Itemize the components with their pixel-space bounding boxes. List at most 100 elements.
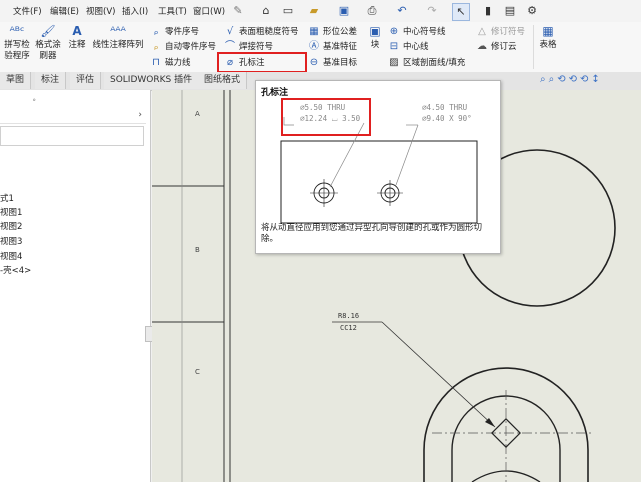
spell-check-button[interactable]: ᴬᴮᶜ 拼写检 验程序 xyxy=(2,24,32,62)
redo-icon[interactable]: ↷ xyxy=(424,3,440,19)
tree-item-style[interactable]: 式1 xyxy=(0,192,14,204)
revision-symbol-icon: △ xyxy=(478,26,486,37)
menu-tools[interactable]: 工具(T) xyxy=(158,5,187,17)
new-document-icon[interactable]: ▭ xyxy=(280,3,296,19)
callout-highlight xyxy=(281,98,371,136)
surface-finish-icon: √ xyxy=(226,26,234,37)
area-hatch-button[interactable]: ▨ 区域剖面线/填充 xyxy=(388,56,465,69)
datum-target-button[interactable]: ⊖ 基准目标 xyxy=(308,56,357,69)
menu-edit[interactable]: 编辑(E) xyxy=(50,5,79,17)
balloon-label: 零件序号 xyxy=(165,27,200,37)
spell-check-label-1: 拼写检 xyxy=(4,40,30,50)
tree-item-view4[interactable]: 视图4 xyxy=(0,250,22,262)
zone-label-b: B xyxy=(195,246,200,254)
area-hatch-icon: ▨ xyxy=(389,57,399,68)
block-button[interactable]: ▣ 块 xyxy=(366,24,384,51)
revision-cloud-icon: ☁ xyxy=(477,41,487,52)
revision-symbol-button[interactable]: △ 修订符号 xyxy=(476,25,525,38)
gtol-icon: ▦ xyxy=(309,26,319,37)
format-painter-button[interactable]: 🖌 格式涂 刷器 xyxy=(33,24,63,62)
centerline-button[interactable]: ⊟ 中心线 xyxy=(388,40,429,53)
tab-sheet-format[interactable]: 图纸格式 xyxy=(198,72,248,89)
magnetic-line-button[interactable]: ⊓ 磁力线 xyxy=(150,56,190,69)
menu-view[interactable]: 视图(V) xyxy=(86,5,115,17)
tab-sketch[interactable]: 草图 xyxy=(0,72,32,89)
surface-finish-label: 表面粗糙度符号 xyxy=(239,27,299,37)
home-icon[interactable]: ⌂ xyxy=(258,3,274,19)
feature-manager-panel: ∘ › 式1 视图1 视图2 视图3 视图4 -壳<4> xyxy=(0,90,153,482)
center-mark-label: 中心符号线 xyxy=(403,27,446,37)
linear-note-pattern-icon: ᴬᴬᴬ xyxy=(110,24,126,38)
zone-label-a: A xyxy=(195,110,200,118)
tooltip-description: 将从动直径应用到您通过异型孔向导创建的孔或作为圆形切除。 xyxy=(261,223,483,244)
select-cursor-icon[interactable]: ↖ xyxy=(452,3,470,21)
hole-callout-tooltip: 孔标注 ⌀5.50 THRU ⌀12.24 ⌴ 3.50 ⌀4.50 THRU … xyxy=(255,80,501,254)
revision-cloud-button[interactable]: ☁ 修订云 xyxy=(476,40,517,53)
chevron-right-icon[interactable]: › xyxy=(138,110,142,120)
hole-callout-highlight xyxy=(217,52,307,73)
menu-file[interactable]: 文件(F) xyxy=(13,5,42,17)
pin-icon[interactable]: ✎ xyxy=(230,3,246,19)
format-painter-label-2: 刷器 xyxy=(39,51,57,61)
traffic-light-icon[interactable]: ▮ xyxy=(480,3,496,19)
menu-insert[interactable]: 插入(I) xyxy=(122,5,148,17)
ribbon-toolbar: ᴬᴮᶜ 拼写检 验程序 🖌 格式涂 刷器 A 注释 ᴬᴬᴬ 线性注释阵列 ᵨ 零件… xyxy=(0,22,641,73)
drawing-note-line2[interactable]: CC12 xyxy=(340,324,357,332)
revision-cloud-label: 修订云 xyxy=(491,42,517,52)
print-icon[interactable]: ⎙ xyxy=(364,3,380,19)
zone-label-c: C xyxy=(195,368,200,376)
auto-balloon-label: 自动零件序号 xyxy=(165,42,217,52)
gtol-button[interactable]: ▦ 形位公差 xyxy=(308,25,357,38)
gtol-label: 形位公差 xyxy=(323,27,358,37)
auto-balloon-button[interactable]: ᵨ 自动零件序号 xyxy=(150,40,216,53)
filter-input[interactable] xyxy=(0,126,144,146)
linear-note-pattern-button[interactable]: ᴬᴬᴬ 线性注释阵列 xyxy=(90,24,146,51)
save-icon[interactable]: ▣ xyxy=(336,3,352,19)
view-toolbar-icons[interactable]: ⌕⌕⟲⟲⟲↕ xyxy=(540,74,603,85)
callout-b-line1: ⌀4.50 THRU xyxy=(422,103,468,112)
menu-bar: 文件(F) 编辑(E) 视图(V) 插入(I) 工具(T) 窗口(W) ✎ ⌂ … xyxy=(0,0,641,23)
balloon-icon: ᵨ xyxy=(153,26,159,37)
menu-window[interactable]: 窗口(W) xyxy=(193,5,225,17)
tab-evaluate[interactable]: 评估 xyxy=(70,72,102,89)
callout-b-line2: ⌀9.40 X 90° xyxy=(422,114,472,123)
drawing-note-line1[interactable]: R8.16 xyxy=(338,312,359,320)
area-hatch-label: 区域剖面线/填充 xyxy=(403,58,466,68)
block-label: 块 xyxy=(370,40,380,50)
datum-feature-label: 基准特征 xyxy=(323,42,358,52)
datum-feature-button[interactable]: Ⓐ 基准特征 xyxy=(308,40,357,53)
table-label: 表格 xyxy=(539,40,557,50)
centerline-icon: ⊟ xyxy=(389,41,399,52)
spell-check-label-2: 验程序 xyxy=(4,51,30,61)
surface-finish-button[interactable]: √ 表面粗糙度符号 xyxy=(224,25,299,38)
panel-expand-row[interactable]: › xyxy=(0,110,146,124)
tree-item-view2[interactable]: 视图2 xyxy=(0,220,22,232)
magnetic-line-icon: ⊓ xyxy=(152,57,160,68)
spell-check-icon: ᴬᴮᶜ xyxy=(9,24,25,38)
linear-note-pattern-label: 线性注释阵列 xyxy=(92,40,144,50)
panel-collapse-dot[interactable]: ∘ xyxy=(32,96,36,104)
datum-feature-icon: Ⓐ xyxy=(309,41,319,52)
tree-item-view3[interactable]: 视图3 xyxy=(0,235,22,247)
center-mark-button[interactable]: ⊕ 中心符号线 xyxy=(388,25,446,38)
revision-symbol-label: 修订符号 xyxy=(491,27,526,37)
auto-balloon-icon: ᵨ xyxy=(153,41,159,52)
datum-target-icon: ⊖ xyxy=(309,57,319,68)
block-icon: ▣ xyxy=(369,24,381,38)
undo-icon[interactable]: ↶ xyxy=(394,3,410,19)
table-button[interactable]: ▦ 表格 xyxy=(536,24,560,51)
tab-annotation[interactable]: 标注 xyxy=(35,72,67,89)
centerline-label: 中心线 xyxy=(403,42,429,52)
file-properties-icon[interactable]: ▤ xyxy=(502,3,518,19)
open-folder-icon[interactable]: ▰ xyxy=(306,3,322,19)
tree-item-shell[interactable]: -壳<4> xyxy=(0,264,31,276)
table-icon: ▦ xyxy=(542,24,554,38)
note-icon: A xyxy=(72,24,82,38)
center-mark-icon: ⊕ xyxy=(389,26,399,37)
tab-solidworks-addins[interactable]: SOLIDWORKS 插件 xyxy=(104,72,200,89)
tree-item-view1[interactable]: 视图1 xyxy=(0,206,22,218)
note-button[interactable]: A 注释 xyxy=(66,24,88,51)
options-gear-icon[interactable]: ⚙ xyxy=(524,3,540,19)
balloon-button[interactable]: ᵨ 零件序号 xyxy=(150,25,199,38)
format-painter-icon: 🖌 xyxy=(40,24,56,38)
